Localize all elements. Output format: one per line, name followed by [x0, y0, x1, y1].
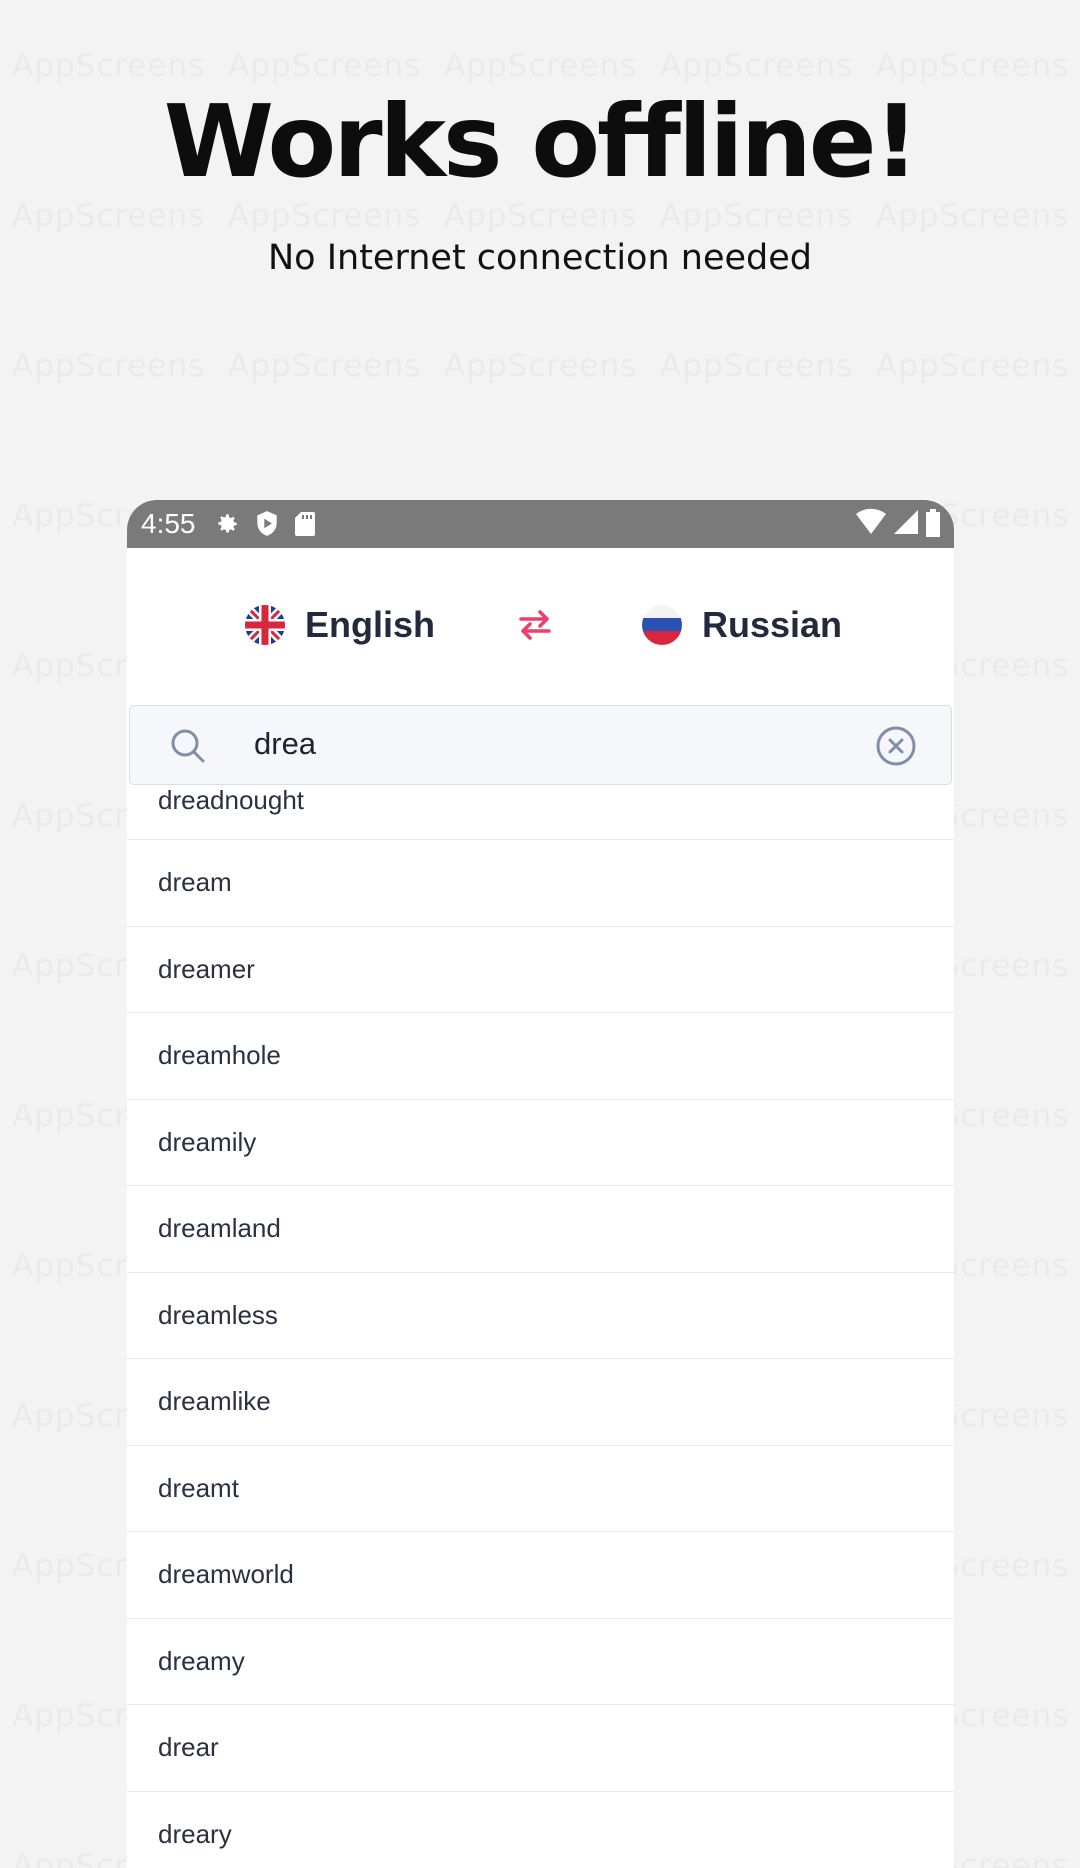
search-input[interactable]: drea — [254, 726, 316, 762]
result-item[interactable]: dreamlike — [127, 1359, 954, 1446]
results-list: dreadnought dream dreamer dreamhole dreamily… — [127, 785, 954, 1868]
result-item[interactable]: dreamhole — [127, 1013, 954, 1100]
result-item[interactable]: dreamless — [127, 1273, 954, 1359]
russia-flag-icon — [642, 605, 682, 645]
result-item[interactable]: dreamt — [127, 1446, 954, 1532]
result-item[interactable]: dreamy — [127, 1619, 954, 1705]
clear-circle-icon[interactable] — [875, 725, 917, 772]
result-item[interactable]: dreamland — [127, 1186, 954, 1273]
promo-title: Works offline! — [163, 83, 919, 200]
search-field[interactable]: drea — [129, 705, 952, 785]
watermark-row: AppScreensAppScreensAppScreensAppScreens… — [12, 198, 1080, 234]
phone-screen: 4:55 English Russian drea dreadnought dr… — [127, 500, 954, 1868]
result-item[interactable]: dreamily — [127, 1100, 954, 1186]
shield-play-icon — [254, 510, 280, 538]
result-item[interactable]: drear — [127, 1705, 954, 1792]
watermark-row: AppScreensAppScreensAppScreensAppScreens… — [12, 348, 1080, 384]
result-item[interactable]: dreary — [127, 1792, 954, 1868]
gear-icon — [214, 511, 240, 537]
search-icon — [168, 726, 208, 771]
swap-arrows-icon[interactable] — [517, 610, 553, 645]
signal-icon — [892, 508, 918, 543]
sd-card-icon — [294, 511, 316, 537]
result-item[interactable]: dreamworld — [127, 1532, 954, 1619]
promo-subtitle: No Internet connection needed — [267, 238, 812, 278]
watermark-row: AppScreensAppScreensAppScreensAppScreens… — [12, 48, 1080, 84]
source-language-name: English — [305, 604, 436, 645]
uk-flag-icon — [245, 605, 285, 645]
status-bar: 4:55 — [127, 500, 954, 548]
target-language-name: Russian — [702, 604, 843, 645]
wifi-icon — [856, 508, 886, 543]
battery-icon — [924, 508, 942, 543]
language-bar: English Russian — [127, 548, 954, 705]
status-time: 4:55 — [141, 508, 196, 539]
result-item[interactable]: dreamer — [127, 927, 954, 1013]
result-item[interactable]: dreadnought — [127, 785, 954, 840]
result-item[interactable]: dream — [127, 840, 954, 927]
target-language-selector[interactable]: Russian — [642, 604, 842, 646]
source-language-selector[interactable]: English — [245, 604, 435, 646]
